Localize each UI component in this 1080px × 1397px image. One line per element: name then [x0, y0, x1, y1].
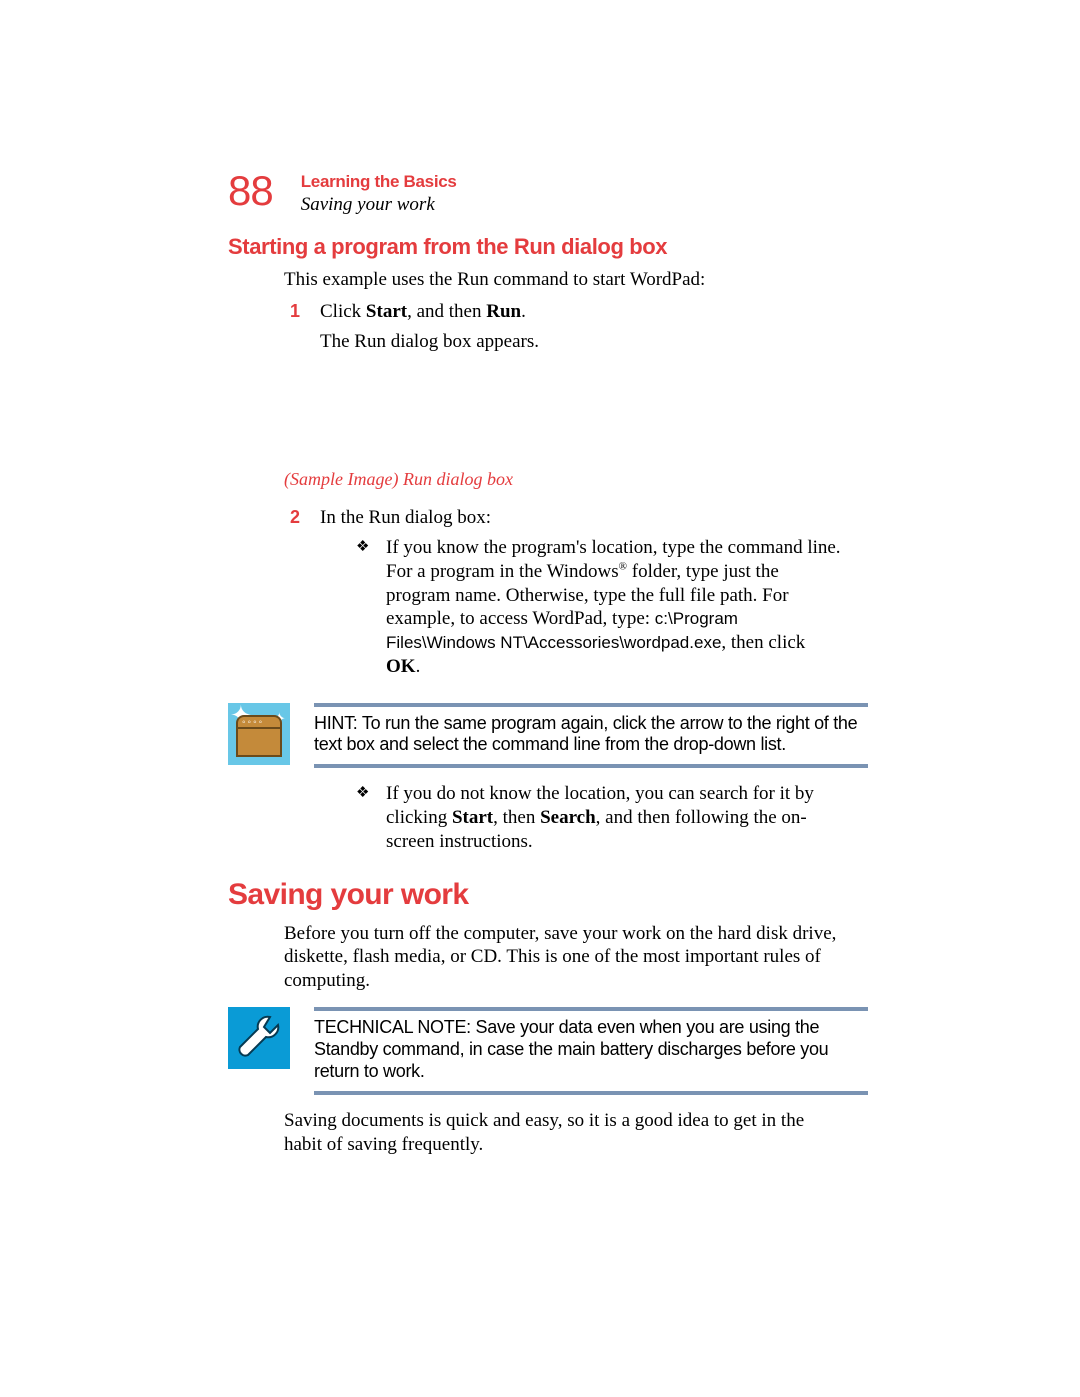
page-number: 88 [228, 170, 273, 212]
sample-image-placeholder [284, 359, 844, 469]
t: , then [493, 807, 540, 828]
t: Start [452, 807, 493, 828]
bullet-item: ❖ If you know the program's location, ty… [356, 536, 844, 679]
intro-text: This example uses the Run command to sta… [284, 268, 844, 292]
section2-body: Before you turn off the computer, save y… [284, 922, 844, 993]
divider [314, 764, 868, 768]
t: . [416, 656, 421, 677]
page-content: 88 Learning the Basics Saving your work … [228, 170, 868, 1164]
t: . [521, 301, 526, 322]
section-title: Saving your work [301, 194, 457, 216]
registered-mark: ® [619, 560, 627, 572]
chapter-title: Learning the Basics [301, 172, 457, 192]
divider [314, 1007, 868, 1011]
bullet-1-text: If you know the program's location, type… [386, 536, 844, 679]
bullet-list: ❖ If you know the program's location, ty… [356, 536, 844, 679]
technote-text: TECHNICAL NOTE: Save your data even when… [314, 1017, 868, 1083]
step-number: 1 [284, 300, 300, 354]
t: Click [320, 301, 366, 322]
technote-body: TECHNICAL NOTE: Save your data even when… [314, 1007, 868, 1095]
step-2-intro: In the Run dialog box: [320, 507, 491, 528]
bullet-list: ❖ If you do not know the location, you c… [356, 782, 844, 853]
diamond-bullet-icon: ❖ [356, 782, 370, 853]
hint-note: ✦ ✦ ◦◦◦◦ HINT: To run the same program a… [228, 703, 868, 769]
page-header: 88 Learning the Basics Saving your work [228, 170, 868, 216]
section1-body: This example uses the Run command to sta… [284, 268, 844, 469]
step-number: 2 [284, 506, 300, 688]
technical-note: TECHNICAL NOTE: Save your data even when… [228, 1007, 868, 1095]
t: Start [366, 301, 407, 322]
t: OK [386, 656, 416, 677]
image-caption: (Sample Image) Run dialog box [284, 469, 868, 490]
wrench-icon [228, 1007, 290, 1069]
section2-body2: Saving documents is quick and easy, so i… [284, 1109, 844, 1157]
hint-text: HINT: To run the same program again, cli… [314, 713, 868, 757]
treasure-chest-icon: ✦ ✦ ◦◦◦◦ [228, 703, 290, 765]
hint-body: HINT: To run the same program again, cli… [314, 703, 868, 769]
heading-saving-work: Saving your work [228, 878, 868, 912]
heading-run-dialog: Starting a program from the Run dialog b… [228, 234, 868, 260]
bullet-2-text: If you do not know the location, you can… [386, 782, 844, 853]
t: Run [486, 301, 521, 322]
step2-block: 2 In the Run dialog box: ❖ If you know t… [284, 506, 844, 688]
t: , then click [721, 632, 805, 653]
step-1: 1 Click Start, and then Run. The Run dia… [284, 300, 844, 354]
header-labels: Learning the Basics Saving your work [301, 170, 457, 216]
step-1-text: Click Start, and then Run. The Run dialo… [320, 300, 844, 354]
divider [314, 703, 868, 707]
t: Search [540, 807, 596, 828]
bullet2-block: ❖ If you do not know the location, you c… [284, 782, 844, 853]
step-2: 2 In the Run dialog box: ❖ If you know t… [284, 506, 844, 688]
bullet-item: ❖ If you do not know the location, you c… [356, 782, 844, 853]
step-2-text: In the Run dialog box: ❖ If you know the… [320, 506, 844, 688]
diamond-bullet-icon: ❖ [356, 536, 370, 679]
saving-para2: Saving documents is quick and easy, so i… [284, 1109, 844, 1157]
divider [314, 1091, 868, 1095]
step-1-result: The Run dialog box appears. [320, 331, 539, 352]
t: , and then [407, 301, 486, 322]
saving-para1: Before you turn off the computer, save y… [284, 922, 844, 993]
